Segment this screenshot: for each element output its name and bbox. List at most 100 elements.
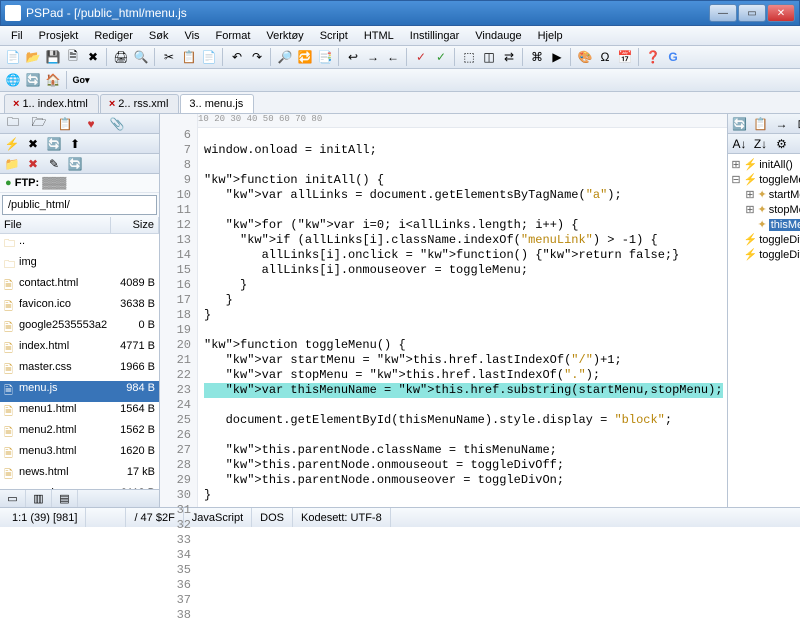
wrap-icon[interactable]: ↩ [344,48,362,66]
copy-icon[interactable]: 📋 [180,48,198,66]
outdent-icon[interactable]: ← [384,48,402,66]
file-row[interactable]: 🗎news.html17 kB [0,465,159,486]
print-icon[interactable]: 🖨 [112,48,130,66]
pb3-icon[interactable]: ▤ [52,490,78,507]
outline-initAll()[interactable]: ⊞⚡initAll() [731,157,800,172]
file-row[interactable]: 🗎index.html4771 B [0,339,159,360]
sync-icon[interactable]: 🔄 [45,135,63,153]
files-tab-icon[interactable]: 🗀 [0,114,26,133]
refresh2-icon[interactable]: 🔄 [66,155,84,173]
clips-tab-icon[interactable]: 📎 [104,114,130,133]
refresh-icon[interactable]: 🔄 [24,71,42,89]
sort-za-icon[interactable]: Z↓ [752,135,770,153]
go-icon[interactable]: Go▾ [72,71,90,89]
diff-icon[interactable]: ⇄ [500,48,518,66]
tab-rss.xml[interactable]: ×2.. rss.xml [100,94,180,113]
favorites-tab-icon[interactable]: ♥ [78,114,104,133]
file-row[interactable]: 🗎menu1.html1564 B [0,402,159,423]
menu-søk[interactable]: Søk [142,28,176,44]
file-row[interactable]: 🗎master.css1966 B [0,360,159,381]
file-row[interactable]: 🗎menu2.html1562 B [0,423,159,444]
menu-rediger[interactable]: Rediger [87,28,140,44]
char-icon[interactable]: Ω [596,48,614,66]
disconnect-icon[interactable]: ✖ [24,135,42,153]
outline-toggleDivOn()[interactable]: ⚡toggleDivOn() [731,232,800,247]
menu-fil[interactable]: Fil [4,28,30,44]
date-icon[interactable]: 📅 [616,48,634,66]
outline-startMenu[interactable]: ⊞✦startMenu [731,187,800,202]
sync-outline-icon[interactable]: 🔄 [731,115,749,133]
file-row[interactable]: 🗀img [0,255,159,276]
home-icon[interactable]: 🏠 [44,71,62,89]
preview-icon[interactable]: 🔍 [132,48,150,66]
tab-index.html[interactable]: ×1.. index.html [4,94,99,113]
validate-icon[interactable]: ✓ [432,48,450,66]
cut-icon[interactable]: ✂ [160,48,178,66]
pb1-icon[interactable]: ▭ [0,490,26,507]
split-icon[interactable]: ◫ [480,48,498,66]
ftp-tab-icon[interactable]: 🗁 [26,114,52,133]
up-icon[interactable]: ⬆ [66,135,84,153]
menu-format[interactable]: Format [209,28,258,44]
delete-icon[interactable]: ✖ [24,155,42,173]
spell-icon[interactable]: ✓ [412,48,430,66]
connect-icon[interactable]: ⚡ [3,135,21,153]
find-icon[interactable]: 🔎 [276,48,294,66]
menu-vindauge[interactable]: Vindauge [468,28,528,44]
newfolder-icon[interactable]: 📁 [3,155,21,173]
paste-icon[interactable]: 📄 [200,48,218,66]
shell-icon[interactable]: ⌘ [528,48,546,66]
sort-az-icon[interactable]: A↓ [731,135,749,153]
file-header-size[interactable]: Size [111,217,159,233]
menu-script[interactable]: Script [313,28,355,44]
file-row[interactable]: 🗎contact.html4089 B [0,276,159,297]
file-row[interactable]: 🗀.. [0,234,159,255]
outline-thisMenuName[interactable]: ✦thisMenuName [731,217,800,232]
tab-menu.js[interactable]: 3.. menu.js [180,94,254,113]
indent-icon[interactable]: → [364,48,382,66]
outline-toggleDivOff()[interactable]: ⚡toggleDivOff() [731,247,800,262]
new-icon[interactable]: 📄 [4,48,22,66]
menu-hjelp[interactable]: Hjelp [531,28,570,44]
pb2-icon[interactable]: ▥ [26,490,52,507]
file-row[interactable]: 🗎menu.js984 B [0,381,159,402]
file-row[interactable]: 🗎favicon.ico3638 B [0,297,159,318]
copy-outline-icon[interactable]: 📋 [752,115,770,133]
code-editor[interactable]: 10 20 30 40 50 60 70 80 6789101112131415… [160,114,727,507]
google-icon[interactable]: G [664,48,682,66]
outline-toggleMenu()[interactable]: ⊟⚡toggleMenu() [731,172,800,187]
open-icon[interactable]: 📂 [24,48,42,66]
findfiles-icon[interactable]: 📑 [316,48,334,66]
saveall-icon[interactable]: 🗎 [64,48,82,66]
collapse-icon[interactable]: ⊟ [794,115,800,133]
file-list-header: File Size [0,217,159,234]
file-header-name[interactable]: File [0,217,111,233]
maximize-button[interactable]: ▭ [738,4,766,22]
minimize-button[interactable]: — [709,4,737,22]
menu-html[interactable]: HTML [357,28,401,44]
color-icon[interactable]: 🎨 [576,48,594,66]
code-content[interactable]: window.onload = initAll; "kw">function i… [198,114,727,507]
filter-icon[interactable]: ⚙ [773,135,791,153]
file-row[interactable]: 🗎google2535553a2...0 B [0,318,159,339]
file-row[interactable]: 🗎menu3.html1620 B [0,444,159,465]
menu-verktøy[interactable]: Verktøy [259,28,310,44]
redo-icon[interactable]: ↷ [248,48,266,66]
rename-icon[interactable]: ✎ [45,155,63,173]
menu-instillingar[interactable]: Instillingar [403,28,467,44]
project-tab-icon[interactable]: 📋 [52,114,78,133]
help-icon[interactable]: ❓ [644,48,662,66]
globe-icon[interactable]: 🌐 [4,71,22,89]
macro-icon[interactable]: ▶ [548,48,566,66]
ftp-path[interactable]: /public_html/ [2,195,157,215]
replace-icon[interactable]: 🔁 [296,48,314,66]
undo-icon[interactable]: ↶ [228,48,246,66]
goto-icon[interactable]: → [773,115,791,133]
close-button[interactable]: ✕ [767,4,795,22]
outline-stopMenu[interactable]: ⊞✦stopMenu [731,202,800,217]
close-icon[interactable]: ✖ [84,48,102,66]
hex-icon[interactable]: ⬚ [460,48,478,66]
menu-prosjekt[interactable]: Prosjekt [32,28,86,44]
save-icon[interactable]: 💾 [44,48,62,66]
menu-vis[interactable]: Vis [177,28,206,44]
